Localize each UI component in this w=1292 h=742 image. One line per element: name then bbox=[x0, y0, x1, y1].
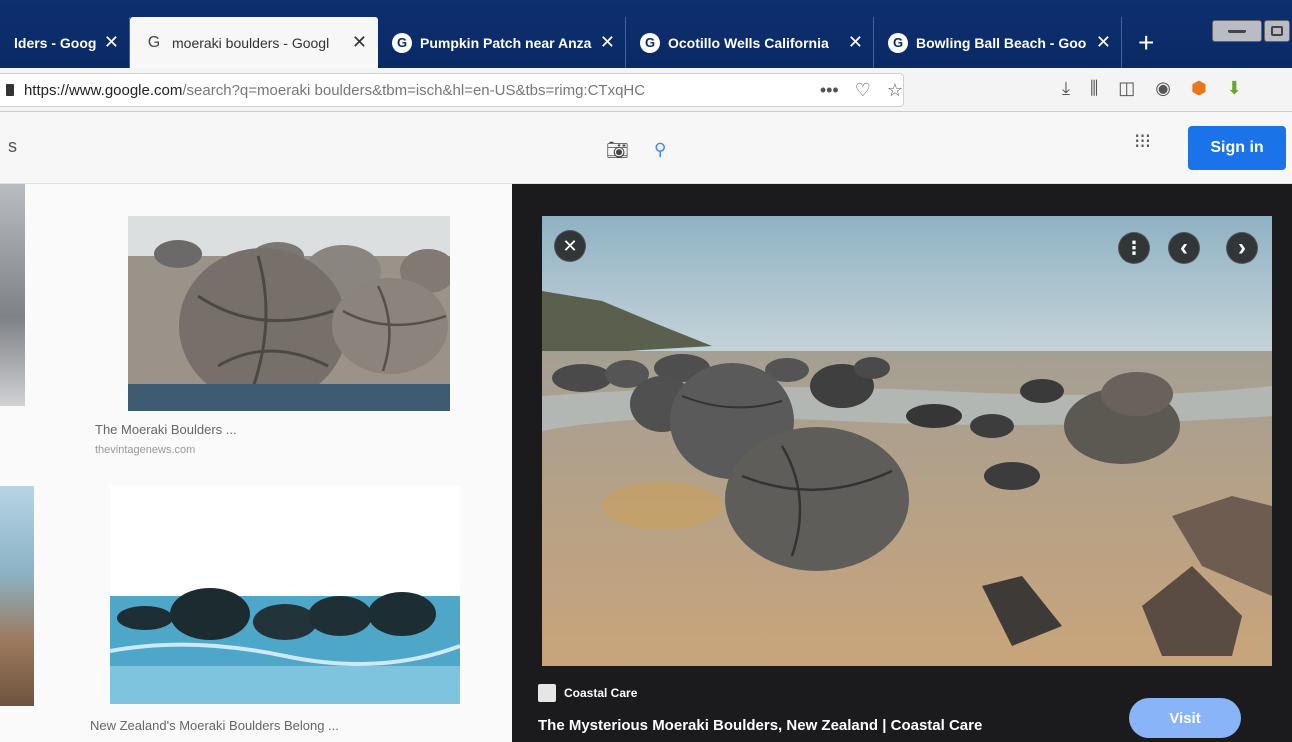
boulders-water-photo bbox=[110, 486, 460, 704]
result-thumbnail[interactable] bbox=[0, 184, 25, 406]
address-bar[interactable]: https://www.google.com/search?q=moeraki … bbox=[0, 73, 904, 107]
minimize-icon bbox=[1228, 29, 1246, 33]
previous-image-button[interactable]: ‹ bbox=[1168, 232, 1200, 264]
image-results-grid: The Moeraki Boulders ... thevintagenews.… bbox=[0, 184, 512, 742]
lock-icon bbox=[6, 84, 14, 96]
next-image-button[interactable]: › bbox=[1226, 232, 1258, 264]
tab-title: lders - Googl bbox=[14, 34, 96, 51]
result-source[interactable]: thevintagenews.com bbox=[95, 444, 195, 456]
browser-tab-bar: lders - Googl ✕ G moeraki boulders - Goo… bbox=[0, 0, 1292, 68]
google-g-icon: G bbox=[888, 32, 908, 53]
library-icon[interactable]: ⫼ bbox=[1090, 78, 1098, 99]
visit-button[interactable]: Visit bbox=[1129, 698, 1241, 738]
account-icon[interactable]: ◉ bbox=[1155, 78, 1171, 99]
tab-strip: lders - Googl ✕ G moeraki boulders - Goo… bbox=[0, 17, 1170, 68]
close-icon[interactable]: ✕ bbox=[104, 32, 119, 53]
tab-bowling-ball-beach[interactable]: G Bowling Ball Beach - Goo ✕ bbox=[874, 17, 1122, 68]
sidebar-icon[interactable]: ◫ bbox=[1118, 78, 1135, 99]
tab-pumpkin-patch[interactable]: G Pumpkin Patch near Anza ✕ bbox=[378, 17, 626, 68]
google-g-icon: G bbox=[147, 33, 161, 51]
preview-title[interactable]: The Mysterious Moeraki Boulders, New Zea… bbox=[538, 717, 982, 734]
moeraki-beach-photo bbox=[542, 216, 1272, 666]
site-favicon-icon bbox=[538, 684, 556, 702]
boulders-photo bbox=[128, 216, 450, 411]
result-caption[interactable]: The Moeraki Boulders ... bbox=[95, 422, 237, 437]
preview-image[interactable] bbox=[542, 216, 1272, 666]
image-preview-panel: ✕ ⋮ ‹ › Coastal Care The Mysterious Moer… bbox=[512, 184, 1292, 742]
camera-search-icon[interactable]: 📷︎ bbox=[606, 140, 629, 161]
more-options-button[interactable]: ⋮ bbox=[1118, 232, 1150, 264]
maximize-icon bbox=[1271, 26, 1283, 36]
close-icon[interactable]: ✕ bbox=[352, 32, 367, 53]
source-site-name[interactable]: Coastal Care bbox=[564, 686, 637, 700]
result-thumbnail[interactable] bbox=[0, 486, 34, 706]
extension-shield-icon[interactable]: ⬢ bbox=[1191, 78, 1207, 99]
tab-moeraki-partial[interactable]: lders - Googl ✕ bbox=[0, 17, 130, 68]
result-caption[interactable]: New Zealand's Moeraki Boulders Belong ..… bbox=[90, 718, 339, 733]
url-text[interactable]: https://www.google.com/search?q=moeraki … bbox=[24, 82, 780, 99]
apps-grid-icon[interactable]: ⁝⁝⁝ bbox=[1134, 132, 1151, 152]
pocket-icon[interactable]: ♡ bbox=[855, 80, 871, 101]
tab-title: Pumpkin Patch near Anza bbox=[420, 34, 592, 51]
tab-moeraki-boulders[interactable]: G moeraki boulders - Googl ✕ bbox=[130, 17, 378, 68]
search-icon[interactable]: ⚲ bbox=[654, 140, 666, 160]
tab-title: moeraki boulders - Googl bbox=[172, 34, 330, 51]
close-icon[interactable]: ✕ bbox=[600, 32, 615, 53]
sign-in-button[interactable]: Sign in bbox=[1188, 126, 1286, 170]
tab-title: Ocotillo Wells California bbox=[668, 34, 829, 51]
google-header: s 📷︎ ⚲ ⁝⁝⁝ Sign in bbox=[0, 112, 1292, 184]
tab-title: Bowling Ball Beach - Goo bbox=[916, 34, 1087, 51]
tab-ocotillo-wells[interactable]: G Ocotillo Wells California ✕ bbox=[626, 17, 874, 68]
new-tab-button[interactable]: + bbox=[1122, 17, 1170, 68]
header-partial-text: s bbox=[8, 136, 17, 156]
window-controls bbox=[1212, 20, 1292, 42]
more-actions-icon[interactable]: ••• bbox=[820, 80, 839, 101]
result-thumbnail-moeraki-1[interactable] bbox=[128, 216, 450, 411]
maximize-button[interactable] bbox=[1264, 20, 1290, 42]
close-preview-button[interactable]: ✕ bbox=[554, 230, 586, 262]
google-g-icon: G bbox=[640, 32, 660, 53]
google-g-icon: G bbox=[392, 32, 412, 53]
navigation-bar: https://www.google.com/search?q=moeraki … bbox=[0, 68, 1292, 112]
result-thumbnail-moeraki-2[interactable] bbox=[110, 486, 460, 704]
close-icon[interactable]: ✕ bbox=[848, 32, 863, 53]
toolbar-icons: ⤓ ⫼ ◫ ◉ ⬢ ⬇ bbox=[1062, 78, 1242, 99]
url-actions: ••• ♡ ☆ bbox=[820, 80, 903, 101]
bookmark-star-icon[interactable]: ☆ bbox=[887, 80, 903, 101]
close-icon[interactable]: ✕ bbox=[1096, 32, 1111, 53]
minimize-button[interactable] bbox=[1212, 20, 1262, 42]
download-icon[interactable]: ⤓ bbox=[1062, 78, 1070, 99]
extension-download-icon[interactable]: ⬇ bbox=[1227, 78, 1242, 99]
